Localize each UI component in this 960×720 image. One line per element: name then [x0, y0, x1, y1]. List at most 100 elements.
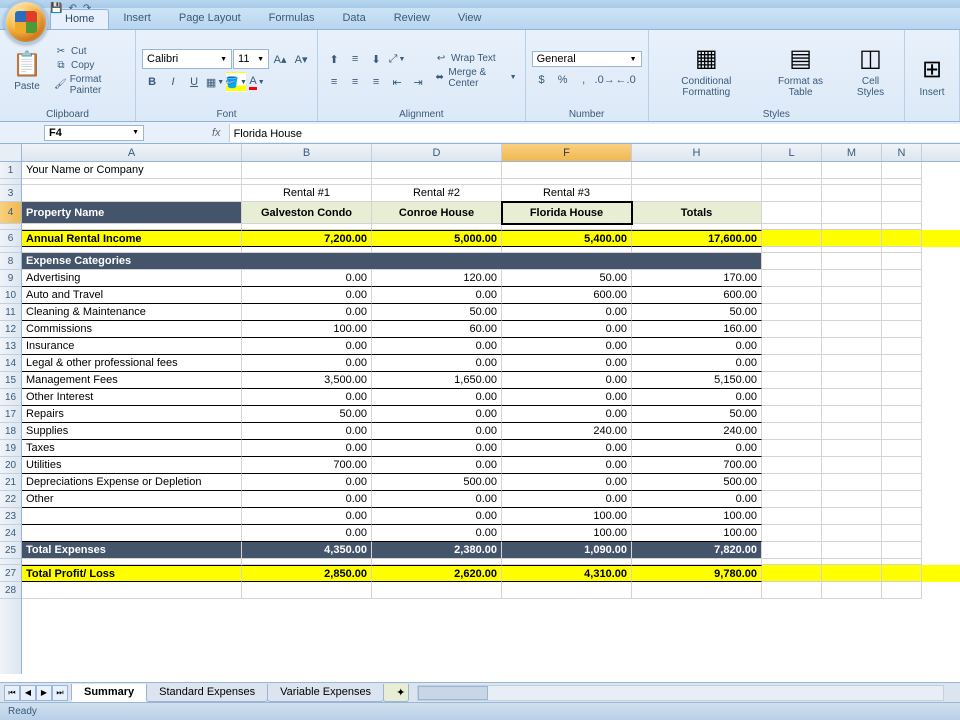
cell[interactable]: Utilities — [22, 457, 242, 474]
cell[interactable] — [882, 423, 922, 440]
cell[interactable]: Cleaning & Maintenance — [22, 304, 242, 321]
inc-decimal-button[interactable]: .0→ — [595, 70, 615, 90]
cell[interactable]: 1,090.00 — [502, 542, 632, 559]
row-header-23[interactable]: 23 — [0, 508, 21, 525]
cell[interactable] — [882, 162, 922, 179]
bold-button[interactable]: B — [142, 72, 162, 92]
cell[interactable]: 0.00 — [372, 355, 502, 372]
row-header-24[interactable]: 24 — [0, 525, 21, 542]
cell[interactable]: Total Expenses — [22, 542, 242, 559]
format-as-table-button[interactable]: ▤Format as Table — [762, 42, 839, 100]
cell[interactable] — [882, 542, 922, 559]
cell[interactable] — [882, 270, 922, 287]
cell[interactable]: 0.00 — [242, 355, 372, 372]
cell[interactable]: 100.00 — [242, 321, 372, 338]
cell[interactable] — [822, 372, 882, 389]
cell[interactable]: Repairs — [22, 406, 242, 423]
sheet-nav-prev[interactable]: ◀ — [20, 685, 36, 701]
cell[interactable] — [882, 565, 922, 582]
cell[interactable]: 50.00 — [502, 270, 632, 287]
cell[interactable] — [762, 525, 822, 542]
dec-decimal-button[interactable]: ←.0 — [616, 70, 636, 90]
sheet-nav-last[interactable]: ⏭ — [52, 685, 68, 701]
cell[interactable] — [882, 321, 922, 338]
cell[interactable]: 700.00 — [632, 457, 762, 474]
number-format-select[interactable]: General▼ — [532, 51, 642, 67]
paste-button[interactable]: 📋 Paste — [6, 47, 48, 94]
cell[interactable]: 60.00 — [372, 321, 502, 338]
format-painter-button[interactable]: 🖌Format Painter — [52, 73, 129, 97]
ribbon-tab-view[interactable]: View — [444, 9, 496, 29]
horizontal-scrollbar[interactable] — [417, 685, 944, 701]
underline-button[interactable]: U — [184, 72, 204, 92]
cell[interactable]: Property Name — [22, 202, 242, 224]
cell[interactable]: 2,620.00 — [372, 565, 502, 582]
ribbon-tab-formulas[interactable]: Formulas — [255, 9, 329, 29]
row-header-4[interactable]: 4 — [0, 202, 21, 224]
cell[interactable] — [822, 304, 882, 321]
cell[interactable] — [882, 230, 922, 247]
wrap-text-button[interactable]: ↩Wrap Text — [432, 52, 519, 65]
cell[interactable] — [882, 508, 922, 525]
row-header-15[interactable]: 15 — [0, 372, 21, 389]
row-header-18[interactable]: 18 — [0, 423, 21, 440]
cell[interactable]: 5,150.00 — [632, 372, 762, 389]
cell[interactable]: 0.00 — [372, 287, 502, 304]
cell[interactable] — [882, 372, 922, 389]
cell[interactable]: 0.00 — [632, 338, 762, 355]
cell[interactable] — [762, 202, 822, 224]
cell[interactable]: 5,400.00 — [502, 230, 632, 247]
cell[interactable] — [822, 321, 882, 338]
cell[interactable]: Depreciations Expense or Depletion — [22, 474, 242, 491]
cell[interactable] — [822, 230, 882, 247]
cell[interactable]: 0.00 — [372, 389, 502, 406]
cell[interactable] — [882, 406, 922, 423]
cell[interactable]: 0.00 — [242, 491, 372, 508]
row-header-21[interactable]: 21 — [0, 474, 21, 491]
font-color-button[interactable]: A▼ — [247, 72, 267, 92]
cell[interactable]: 50.00 — [632, 304, 762, 321]
cell[interactable] — [762, 270, 822, 287]
cell[interactable]: 0.00 — [502, 355, 632, 372]
cell[interactable]: 0.00 — [242, 287, 372, 304]
cell[interactable] — [762, 440, 822, 457]
cell[interactable] — [882, 355, 922, 372]
cell[interactable] — [632, 185, 762, 202]
cell[interactable]: 700.00 — [242, 457, 372, 474]
row-header-28[interactable]: 28 — [0, 582, 21, 599]
cell[interactable]: 0.00 — [502, 338, 632, 355]
border-button[interactable]: ▦▼ — [205, 72, 225, 92]
cell[interactable]: 0.00 — [502, 321, 632, 338]
cell[interactable] — [822, 253, 882, 270]
percent-button[interactable]: % — [553, 70, 573, 90]
cell[interactable]: 0.00 — [372, 338, 502, 355]
cell[interactable]: Florida House — [502, 202, 632, 224]
cell[interactable] — [762, 253, 822, 270]
cell[interactable]: 4,350.00 — [242, 542, 372, 559]
cell[interactable] — [762, 321, 822, 338]
cell[interactable]: 50.00 — [372, 304, 502, 321]
cell[interactable]: 0.00 — [372, 525, 502, 542]
cell[interactable]: 3,500.00 — [242, 372, 372, 389]
cell[interactable] — [822, 491, 882, 508]
cell[interactable]: 0.00 — [372, 406, 502, 423]
cell[interactable]: 160.00 — [632, 321, 762, 338]
row-header-25[interactable]: 25 — [0, 542, 21, 559]
cell[interactable]: Other — [22, 491, 242, 508]
cell[interactable]: Rental #1 — [242, 185, 372, 202]
cell[interactable]: Taxes — [22, 440, 242, 457]
cell[interactable] — [762, 304, 822, 321]
cell[interactable] — [762, 474, 822, 491]
cell[interactable]: Auto and Travel — [22, 287, 242, 304]
cell[interactable]: 100.00 — [632, 508, 762, 525]
col-header-H[interactable]: H — [632, 144, 762, 161]
cell[interactable]: 0.00 — [372, 508, 502, 525]
cell[interactable]: Total Profit/ Loss — [22, 565, 242, 582]
merge-center-button[interactable]: ⬌Merge & Center▼ — [432, 66, 519, 90]
cell[interactable] — [882, 253, 922, 270]
align-right-button[interactable]: ≡ — [366, 72, 386, 92]
cell[interactable]: 5,000.00 — [372, 230, 502, 247]
cell[interactable] — [762, 457, 822, 474]
cell[interactable] — [762, 582, 822, 599]
row-header-22[interactable]: 22 — [0, 491, 21, 508]
